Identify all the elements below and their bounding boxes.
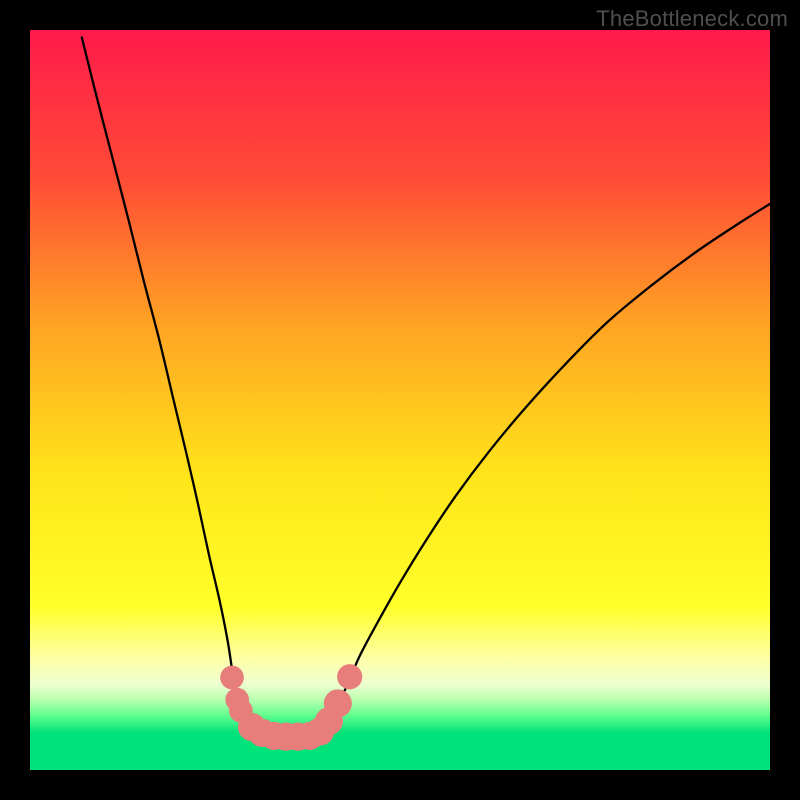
marker-dot [324,689,352,717]
chart-frame: TheBottleneck.com [0,0,800,800]
curve-layer [30,30,770,770]
marker-group [220,664,362,751]
watermark-text: TheBottleneck.com [596,6,788,32]
marker-dot [220,666,244,690]
curve-left [82,37,310,736]
marker-dot [337,664,362,689]
plot-area [30,30,770,770]
curve-right [310,204,770,737]
